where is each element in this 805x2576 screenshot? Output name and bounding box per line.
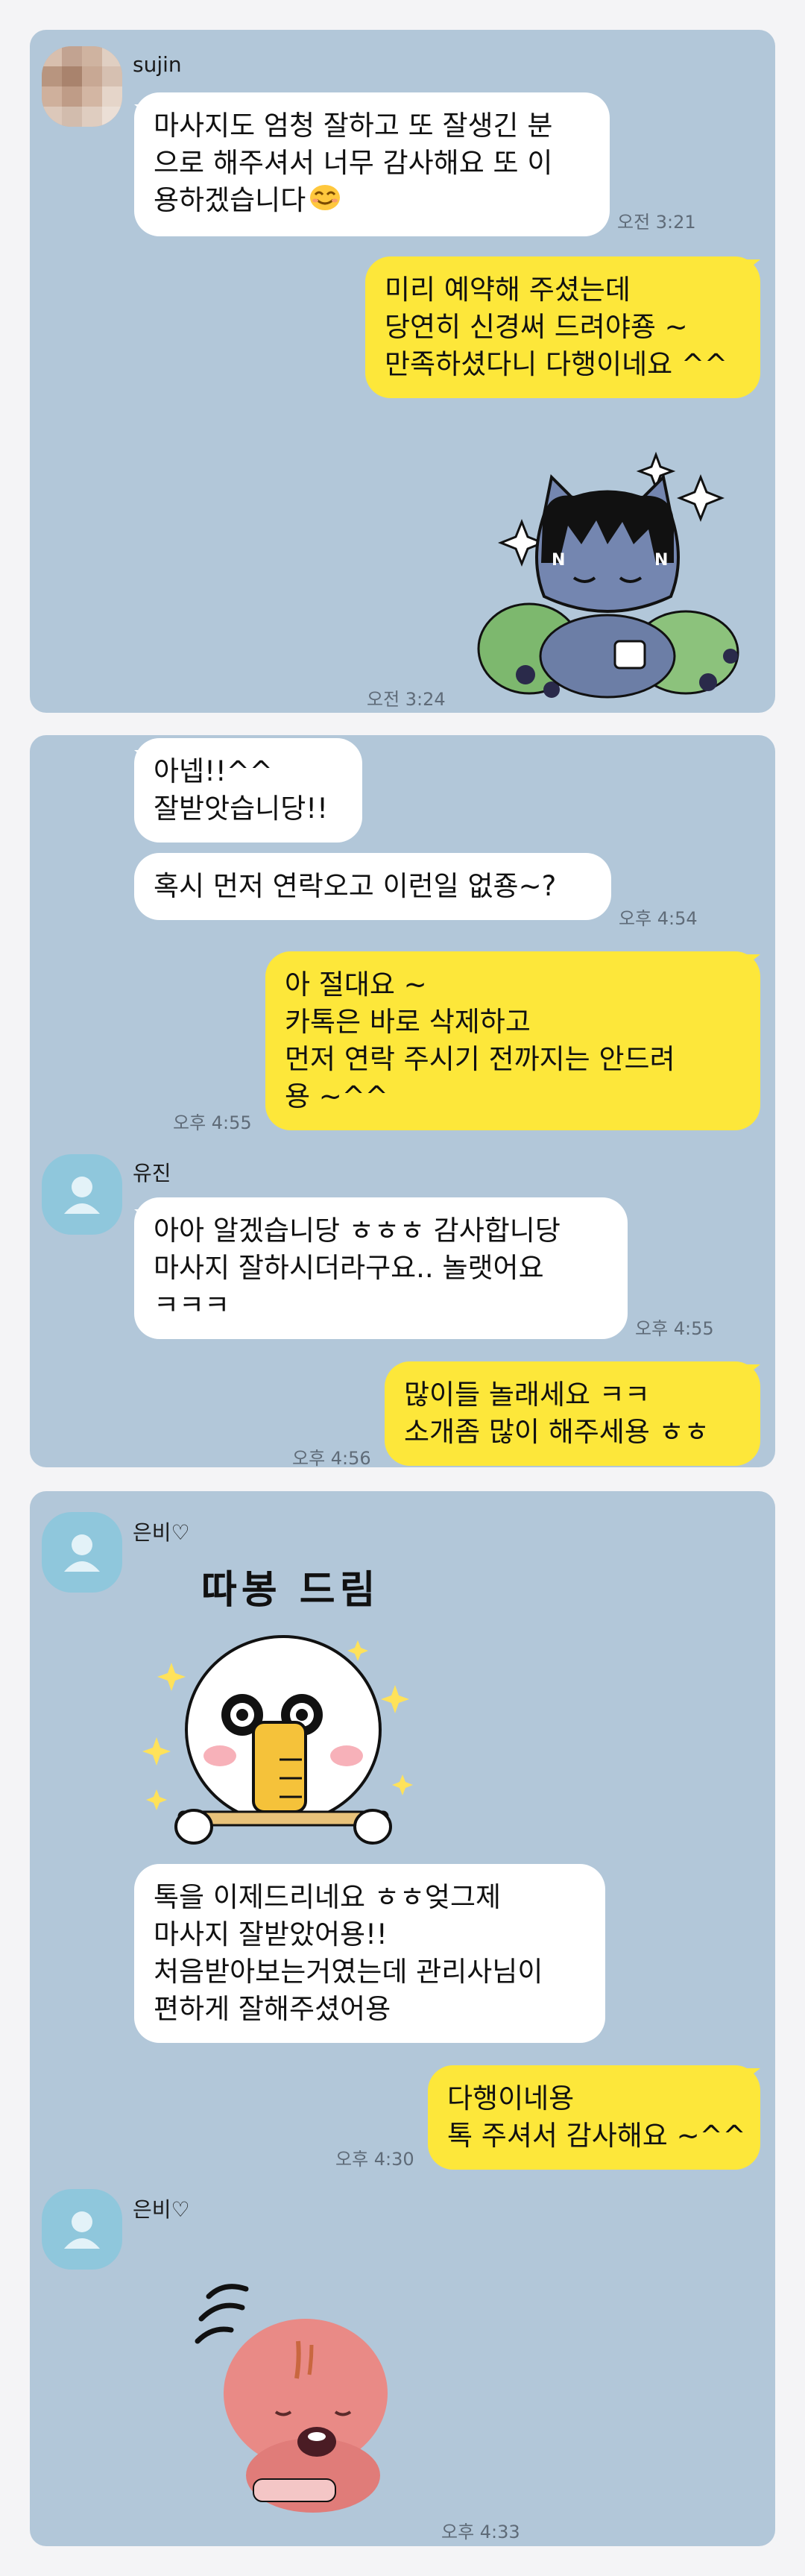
profile-avatar[interactable] [42,46,122,127]
message-line: 톡을 이제드리네요 ㅎㅎ엊그제 [154,1881,502,1913]
message-line: 마사지도 엄청 잘하고 또 잘생긴 분 [154,110,553,142]
profile-avatar[interactable] [42,2189,122,2270]
message-line: 당연히 신경써 드려야죵 ~ [385,311,688,343]
message-line: 아아 알겠습니당 ㅎㅎㅎ 감사합니당 [154,1215,561,1247]
character-sticker[interactable]: N N [462,432,775,713]
message-line: 아넵!!^^ [154,755,273,787]
profile-avatar[interactable] [42,1154,122,1235]
message-line: ㅋㅋㅋ [154,1289,230,1321]
incoming-message[interactable]: 아아 알겠습니당 ㅎㅎㅎ 감사합니당 마사지 잘하시더라구요.. 놀랫어요 ㅋㅋ… [134,1197,628,1339]
message-time: 오후 4:30 [335,2149,414,2170]
message-time: 오후 4:54 [619,908,698,929]
profile-avatar[interactable] [42,1512,122,1593]
svg-text:N: N [552,551,565,570]
message-line: 용 ~^^ [285,1080,388,1112]
default-person-icon [64,2211,100,2249]
sender-name: 유진 [133,1161,171,1185]
outgoing-message[interactable]: 많이들 놀래세요 ㅋㅋ 소개좀 많이 해주세용 ㅎㅎ [385,1361,760,1466]
message-line: 마사지 잘받았어용!! [154,1918,388,1950]
incoming-message[interactable]: 아넵!!^^ 잘받앗습니당!! [134,738,362,843]
svg-text:N: N [654,551,668,570]
message-line: 아 절대요 ~ [285,969,427,1001]
message-time: 오후 4:55 [635,1318,714,1339]
chat-panel-3: 은비♡ 따봉 드림 톡을 이제드리네요 ㅎㅎ엊그제 마사지 잘받았어용!! 처음… [30,1491,775,2546]
message-line: 만족하셨다니 다행이네요 ^^ [385,348,727,380]
incoming-message[interactable]: 혹시 먼저 연락오고 이런일 없죵~? [134,853,611,920]
incoming-message[interactable]: 톡을 이제드리네요 ㅎㅎ엊그제 마사지 잘받았어용!! 처음받아보는거였는데 관… [134,1864,605,2043]
message-line: 소개좀 많이 해주세용 ㅎㅎ [404,1416,710,1448]
incoming-message[interactable]: 마사지도 엄청 잘하고 또 잘생긴 분 으로 해주셔서 너무 감사해요 또 이 … [134,92,610,236]
chat-panel-1: sujin 마사지도 엄청 잘하고 또 잘생긴 분 으로 해주셔서 너무 감사해… [30,30,775,713]
message-line: 먼저 연락 주시기 전까지는 안드려 [285,1043,675,1075]
sender-name: sujin [133,52,182,77]
default-person-icon [64,1177,100,1214]
default-person-icon [64,1534,100,1572]
message-line: 편하게 잘해주셨어용 [154,1993,391,2025]
outgoing-message[interactable]: 다행이네용 톡 주셔서 감사해요 ~^^ [428,2065,760,2170]
sender-name: 은비♡ [133,2197,190,2222]
message-line: 톡 주셔서 감사해요 ~^^ [447,2120,746,2152]
message-line: 처음받아보는거였는데 관리사님이 [154,1956,543,1988]
message-line: 용하겠습니다 [154,182,590,221]
message-line: 마사지 잘하시더라구요.. 놀랫어요 [154,1252,544,1284]
beaver-sticker[interactable] [164,2267,417,2520]
message-line: 많이들 놀래세요 ㅋㅋ [404,1379,650,1411]
message-time: 오전 3:21 [617,212,696,233]
message-time: 오후 4:55 [173,1112,252,1133]
message-line: 혹시 먼저 연락오고 이런일 없죵~? [154,870,557,902]
chat-panel-2: 아넵!!^^ 잘받앗습니당!! 혹시 먼저 연락오고 이런일 없죵~? 오후 4… [30,735,775,1467]
outgoing-message[interactable]: 아 절대요 ~ 카톡은 바로 삭제하고 먼저 연락 주시기 전까지는 안드려 용… [265,951,760,1130]
message-time: 오전 3:24 [367,689,446,710]
message-line: 잘받앗습니당!! [154,793,328,825]
message-time: 오후 4:56 [292,1448,371,1467]
message-line: 미리 예약해 주셨는데 [385,274,631,306]
thumbs-up-sticker[interactable]: 따봉 드림 [142,1558,455,1857]
outgoing-message[interactable]: 미리 예약해 주셨는데 당연히 신경써 드려야죵 ~ 만족하셨다니 다행이네요 … [365,256,760,398]
message-line: 으로 해주셔서 너무 감사해요 또 이 [154,147,553,179]
sticker-caption: 따봉 드림 [201,1568,380,1613]
smile-emoji-icon [309,182,341,221]
message-line: 다행이네용 [447,2082,575,2114]
sender-name: 은비♡ [133,1520,190,1545]
message-time: 오후 4:33 [441,2522,520,2542]
message-line: 카톡은 바로 삭제하고 [285,1006,531,1038]
